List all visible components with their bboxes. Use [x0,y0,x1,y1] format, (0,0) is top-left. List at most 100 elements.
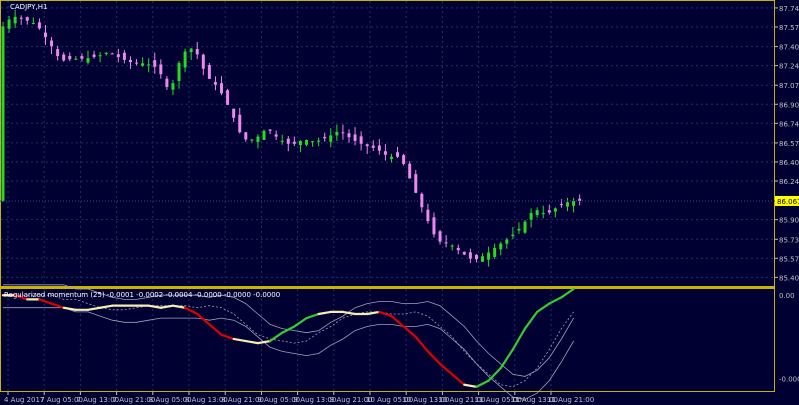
candle-body [505,239,509,244]
time-tick-label: 4 Aug 2017 [4,396,44,404]
candle-body [7,19,11,29]
candle-body [523,221,527,233]
indicator-tick-label: -0.0004 [779,376,799,384]
candle-body [317,140,321,142]
candle-body [450,245,454,247]
candle-body [493,247,497,257]
candle-body [110,53,114,55]
candle-body [122,52,126,60]
candle-body [329,135,333,142]
candle-body [377,145,381,151]
candle-body [98,55,102,57]
candle-body [189,48,193,53]
candle-body [104,52,108,54]
candle-body [213,82,217,85]
candle-body [499,243,503,250]
candle-body [396,152,400,157]
current-price-tag: 86.067 [775,195,799,206]
candle-body [572,200,576,206]
candle-body [207,65,211,79]
candle-body [86,58,90,63]
candle-body [25,17,29,21]
candle-body [341,132,345,134]
candle-body [347,133,351,138]
price-tick-label: 85.735 [779,236,799,244]
candle-body [128,59,132,63]
candle-body [371,145,375,148]
candle-body [31,22,35,24]
price-tick-label: 87.240 [779,63,799,71]
candle-body [535,210,539,216]
time-tick-label: 11 Aug 21:00 [547,396,594,404]
indicator-title: Regularized momentum (25) -0.0001 -0.000… [4,291,281,299]
candle-body [280,140,284,142]
candle-body [438,231,442,242]
candle-body [141,63,145,66]
candle-body [547,210,551,213]
candle-body [286,138,290,144]
candle-body [383,151,387,155]
candle-body [159,64,163,75]
candle-body [481,256,485,262]
price-tick-label: 86.240 [779,178,799,186]
price-tick-label: 87.405 [779,44,799,52]
candle-body [183,51,187,68]
candle-body [262,130,266,140]
candle-body [232,108,236,118]
price-tick-label: 87.070 [779,82,799,90]
candle-body [359,136,363,144]
candle-body [335,131,339,136]
candle-body [274,134,278,137]
candle-body [165,78,169,87]
candle-body [13,16,17,24]
candle-body [135,62,139,64]
candle-body [408,163,412,179]
candle-body [541,213,545,215]
candle-body [19,17,23,19]
candle-body [365,144,369,147]
candle-body [201,54,205,69]
candle-body [311,141,315,143]
price-tick-label: 86.405 [779,159,799,167]
candle-body [116,54,120,57]
candle-body [68,55,72,60]
candle-body [511,234,515,236]
candle-body [43,32,47,38]
candle-body [50,40,54,47]
indicator-tick-label: 0.00 [779,292,795,300]
candle-body [426,209,430,222]
candle-body [298,140,302,146]
candle-body [220,83,224,94]
candle-body [468,252,472,259]
candle-body [456,247,460,251]
candle-body [80,56,84,59]
price-tick-label: 85.905 [779,217,799,225]
candle-body [171,83,175,90]
price-tick-label: 86.740 [779,120,799,128]
candle-body [62,54,66,61]
chart-window[interactable]: 87.740 87.575 87.405 87.240 87.070 86.905 86.7… [0,0,799,405]
candle-body [474,254,478,260]
current-price-label: 86.067 [777,198,799,206]
chart-background [0,0,799,405]
price-axis[interactable]: 87.740 87.575 87.405 87.240 87.070 86.905 86.7… [775,5,799,282]
candle-body [226,90,230,105]
candle-body [553,208,557,212]
candle-body [559,204,563,206]
candle-body [177,63,181,82]
candle-body [305,140,308,145]
candle-body [238,114,242,133]
candle-body [292,141,296,144]
candle-body [529,213,533,220]
candle-body [195,48,199,55]
candle-body [268,129,272,131]
price-tick-label: 87.740 [779,5,799,13]
price-tick-label: 85.570 [779,255,799,263]
price-tick-label: 86.570 [779,140,799,148]
candle-body [487,252,491,260]
candle-body [444,242,448,244]
price-tick-label: 86.905 [779,101,799,109]
candle-body [414,174,418,193]
candle-body [566,202,570,207]
candle-body [323,136,327,139]
